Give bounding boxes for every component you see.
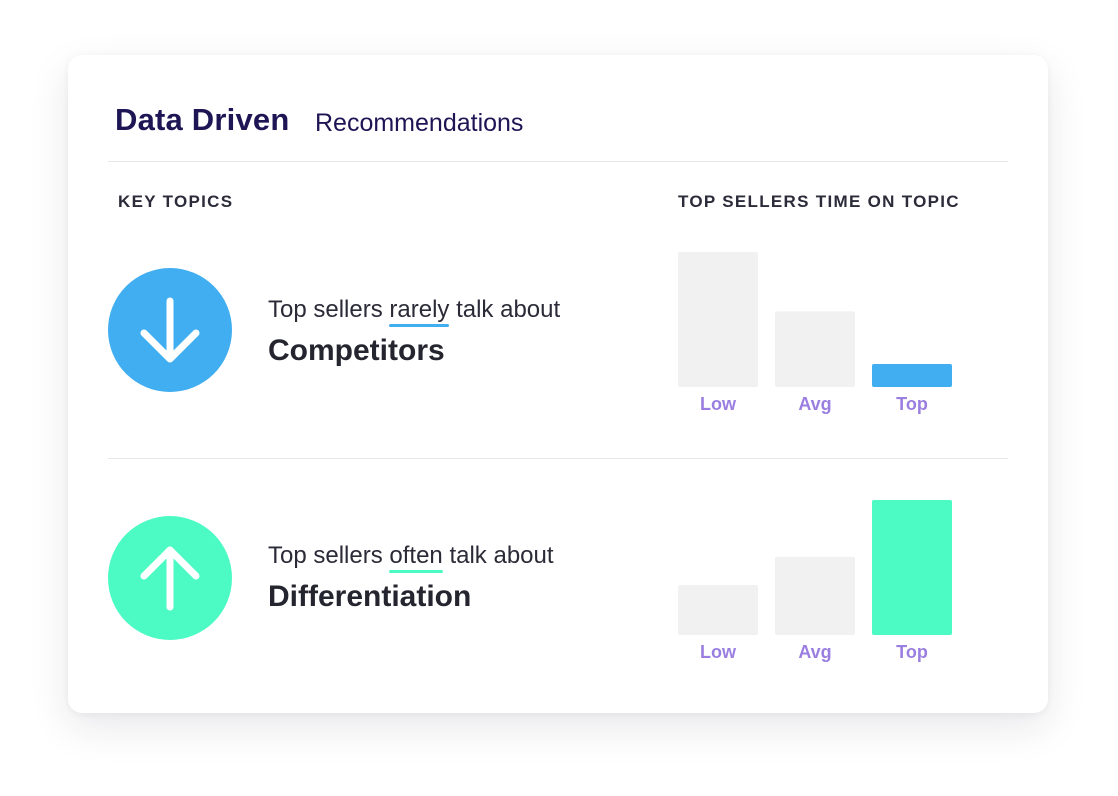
bar-low (678, 585, 758, 635)
card-subtitle: Recommendations (315, 109, 524, 137)
lead-prefix: Top sellers (268, 296, 390, 323)
competitors-indicator (108, 268, 232, 392)
lead-keyword-rarely: rarely (389, 296, 450, 327)
tick-label-avg: Avg (798, 642, 831, 662)
bar-avg (775, 556, 855, 635)
bar-top (872, 364, 952, 387)
tick-label-avg: Avg (798, 394, 831, 414)
lead-suffix: talk about (449, 296, 561, 323)
arrow-down-icon (140, 297, 200, 363)
tick-label-top: Top (896, 394, 928, 414)
differentiation-time-chart: Low Avg Top (678, 500, 952, 662)
competitors-lead-text: Top sellers rarely talk about (268, 296, 561, 327)
tick-label-low: Low (700, 394, 737, 414)
tick-label-low: Low (700, 642, 737, 662)
header-divider (108, 161, 1008, 162)
lead-keyword-often: often (389, 542, 444, 573)
competitors-time-chart: Low Avg Top (678, 252, 952, 414)
key-topics-heading: KEY TOPICS (118, 192, 234, 211)
differentiation-lead-text: Top sellers often talk about (268, 542, 554, 573)
topic-competitors: Competitors (268, 334, 445, 367)
bar-avg (775, 311, 855, 387)
lead-prefix: Top sellers (268, 542, 390, 569)
tick-label-top: Top (896, 642, 928, 662)
lead-suffix: talk about (442, 542, 554, 569)
differentiation-indicator (108, 516, 232, 640)
time-on-topic-heading: TOP SELLERS TIME ON TOPIC (678, 192, 960, 211)
bar-top (872, 500, 952, 635)
card-title: Data Driven (115, 102, 290, 137)
row-divider (108, 458, 1008, 459)
topic-differentiation: Differentiation (268, 580, 472, 613)
bar-low (678, 252, 758, 387)
arrow-up-icon (140, 546, 200, 611)
